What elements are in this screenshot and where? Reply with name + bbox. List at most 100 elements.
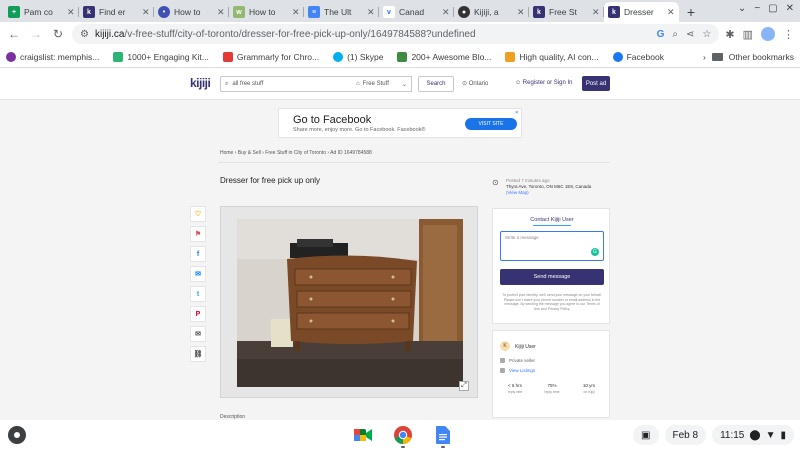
google-icon[interactable]: G <box>657 29 665 40</box>
back-icon[interactable]: ← <box>6 26 22 42</box>
google-docs-app[interactable] <box>432 424 454 448</box>
location-selector[interactable]: ⊙ Ontario <box>462 80 488 87</box>
search-icon: ⌕ <box>225 80 229 87</box>
seller-name[interactable]: Kijiji User <box>515 344 536 350</box>
tab[interactable]: + Pam co ✕ <box>4 2 79 22</box>
other-bookmarks[interactable]: › Other bookmarks <box>703 52 794 62</box>
sidepanel-icon[interactable]: ▥ <box>743 28 753 41</box>
menu-icon[interactable]: ⋮ <box>783 28 794 41</box>
close-icon[interactable]: ✕ <box>592 7 600 18</box>
facebook-icon <box>612 51 623 62</box>
bookmark[interactable]: High quality, AI con... <box>505 51 599 62</box>
tab-search-icon[interactable]: ⌄ <box>738 3 746 14</box>
pinterest-icon[interactable]: P <box>190 306 206 322</box>
user-icon: ☺ <box>515 80 523 86</box>
close-icon[interactable]: ✕ <box>442 7 450 18</box>
send-message-button[interactable]: Send message <box>500 269 604 285</box>
minimize-icon[interactable]: − <box>754 3 760 14</box>
tab-active[interactable]: k Dresser ✕ <box>604 2 679 22</box>
shelf: ▣ Feb 8 11:15 ⬤ ▼ ▮ <box>0 420 800 450</box>
expand-icon[interactable]: ⤢ <box>459 381 469 391</box>
kijiji-icon: k <box>83 6 95 18</box>
share-icon[interactable]: ⋖ <box>686 29 694 40</box>
address-bar[interactable]: ⚙ kijiji.ca/v-free-stuff/city-of-toronto… <box>72 24 720 44</box>
site-info-icon[interactable]: ⚙ <box>80 29 89 40</box>
post-ad-button[interactable]: Post ad <box>582 76 610 91</box>
close-icon[interactable]: ✕ <box>517 7 525 18</box>
craigslist-icon <box>6 51 16 62</box>
tab-strip: + Pam co ✕ k Find er ✕ • How to ✕ w How to ✕ ≡ Th… <box>0 0 800 22</box>
profile-avatar[interactable] <box>761 27 775 41</box>
extensions-icon[interactable]: ✱ <box>725 28 734 41</box>
bookmark[interactable]: Grammarly for Chro... <box>222 51 319 62</box>
new-tab-button[interactable]: + <box>681 2 701 22</box>
bookmark-icon <box>505 51 516 62</box>
bookmark-icon <box>113 51 124 62</box>
close-window-icon[interactable]: ✕ <box>786 3 794 14</box>
reload-icon[interactable]: ↻ <box>50 26 66 42</box>
tab[interactable]: w How to ✕ <box>229 2 304 22</box>
kijiji-logo[interactable]: kijiji <box>190 76 211 90</box>
ad-close-icon[interactable]: ✕ <box>515 110 519 116</box>
close-icon[interactable]: ✕ <box>667 7 675 18</box>
launcher-button[interactable] <box>8 426 26 444</box>
view-map-link[interactable]: (View Map) <box>506 190 529 195</box>
status-tray[interactable]: 11:15 ⬤ ▼ ▮ <box>712 425 794 445</box>
tab[interactable]: ≡ The Ult ✕ <box>304 2 379 22</box>
system-tray: ▣ Feb 8 11:15 ⬤ ▼ ▮ <box>633 425 794 445</box>
message-textarea[interactable]: Write a message G <box>500 231 604 261</box>
flag-icon[interactable]: ⚑ <box>190 226 206 242</box>
tab[interactable]: k Find er ✕ <box>79 2 154 22</box>
close-icon[interactable]: ✕ <box>142 7 150 18</box>
close-icon[interactable]: ✕ <box>367 7 375 18</box>
tab[interactable]: ● Kijiji, a ✕ <box>454 2 529 22</box>
skype-icon <box>333 51 344 62</box>
tab-title: How to <box>249 7 276 17</box>
google-docs-icon <box>436 426 450 444</box>
close-icon[interactable]: ✕ <box>292 7 300 18</box>
maximize-icon[interactable]: ▢ <box>768 3 777 14</box>
visit-site-button[interactable]: VISIT SITE <box>465 118 517 130</box>
twitter-icon[interactable]: t <box>190 286 206 302</box>
list-icon <box>500 368 505 373</box>
link-icon[interactable]: ⛓ <box>190 346 206 362</box>
chrome-app[interactable] <box>392 424 414 448</box>
tab[interactable]: k Free St ✕ <box>529 2 604 22</box>
category-select[interactable]: ⌂ Free Stuff ⌄ <box>352 76 412 92</box>
star-icon[interactable]: ☆ <box>702 29 711 40</box>
close-icon[interactable]: ✕ <box>67 7 75 18</box>
bookmarks-bar: craigslist: memphis... 1000+ Engaging Ki… <box>0 46 800 68</box>
clock: 11:15 <box>720 429 745 441</box>
tab-title: How to <box>174 7 201 17</box>
ad-subtitle: Share more, enjoy more. Go to Facebook. … <box>293 127 426 133</box>
register-label: Register or Sign In <box>522 80 573 86</box>
holding-space-button[interactable]: ▣ <box>633 425 659 445</box>
facebook-icon[interactable]: f <box>190 246 206 262</box>
search-button[interactable]: Search <box>418 76 454 92</box>
messenger-icon[interactable]: ✉ <box>190 266 206 282</box>
bookmark[interactable]: Facebook <box>612 51 664 62</box>
notification-icon: ⬤ <box>749 429 761 441</box>
dresser-photo[interactable] <box>237 219 463 387</box>
forward-icon[interactable]: → <box>28 26 44 42</box>
bookmark[interactable]: (1) Skype <box>333 51 383 62</box>
google-meet-app[interactable] <box>352 424 374 446</box>
tab[interactable]: • How to ✕ <box>154 2 229 22</box>
grammarly-icon[interactable]: G <box>591 248 599 256</box>
facebook-ad-banner[interactable]: Go to Facebook Share more, enjoy more. G… <box>278 108 522 138</box>
close-icon[interactable]: ✕ <box>217 7 225 18</box>
omnibox-icons: G ⌕ ⋖ ☆ <box>657 29 712 40</box>
register-sign-in[interactable]: ☺ Register or Sign In <box>515 80 573 86</box>
zoom-icon[interactable]: ⌕ <box>672 29 678 40</box>
bookmark[interactable]: craigslist: memphis... <box>6 51 99 62</box>
tab[interactable]: v Canad ✕ <box>379 2 454 22</box>
view-listings-link[interactable]: View Listings <box>500 368 535 373</box>
breadcrumb[interactable]: Home › Buy & Sell › Free Stuff in City o… <box>220 150 372 156</box>
kijiji-header: kijiji ⌕ all free stuff ⌂ Free Stuff ⌄ Sear… <box>0 68 800 100</box>
seller-type: Private seller <box>509 358 536 363</box>
email-icon[interactable]: ✉ <box>190 326 206 342</box>
favourite-icon[interactable]: ♡ <box>190 206 206 222</box>
bookmark[interactable]: 1000+ Engaging Kit... <box>113 51 209 62</box>
bookmark[interactable]: 200+ Awesome Blo... <box>397 51 491 62</box>
date-tray[interactable]: Feb 8 <box>664 425 707 445</box>
